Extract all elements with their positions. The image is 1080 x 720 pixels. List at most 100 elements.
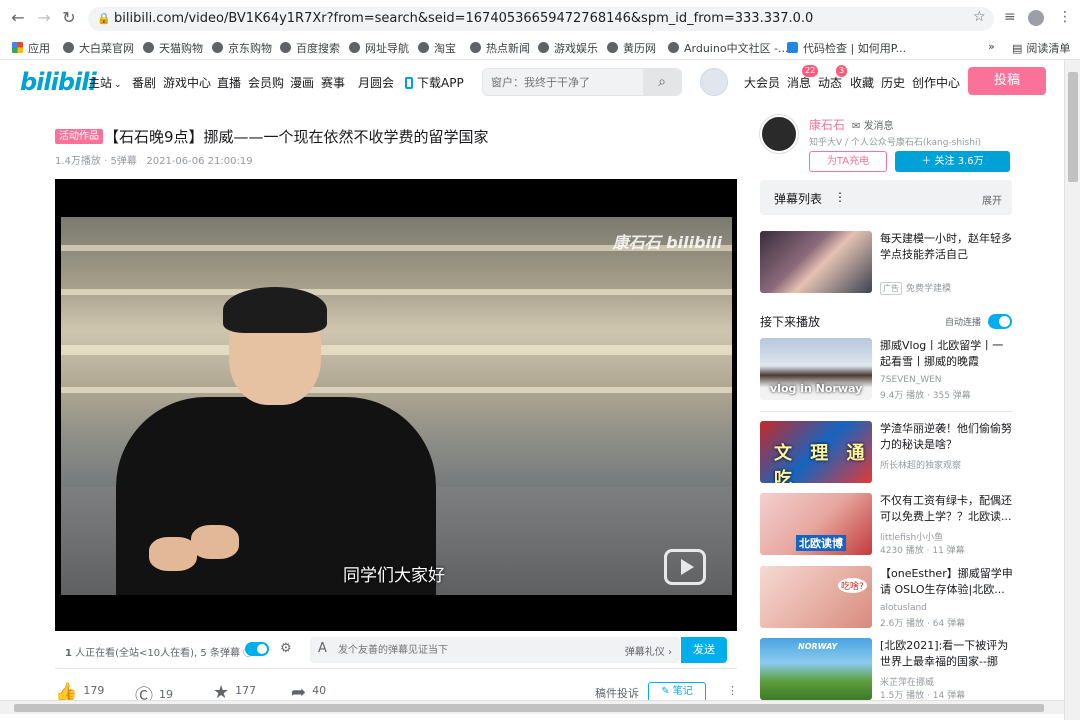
autoplay-toggle[interactable] (988, 314, 1012, 329)
nav-item[interactable]: 番剧 (132, 74, 156, 91)
list-item[interactable]: 北欧读博 不仅有工资有绿卡，配偶还可以免费上学？？北欧读... littlefi… (760, 493, 1012, 559)
back-icon[interactable]: ← (8, 8, 28, 28)
reload-icon[interactable]: ↻ (59, 8, 79, 28)
playlist-icon[interactable]: ≡ (1004, 9, 1016, 25)
star-icon[interactable]: ☆ (973, 9, 986, 25)
danmaku-toggle[interactable] (245, 642, 269, 656)
video-frame[interactable]: 康石石 bilibili 同学们大家好 (61, 217, 732, 595)
lock-icon: 🔒 (97, 12, 111, 25)
bookmark-item[interactable]: 网址导航 (349, 40, 409, 56)
plus-icon: ＋ (921, 156, 935, 167)
danmaku-settings-icon[interactable]: ⚙ (280, 641, 292, 656)
search-input[interactable] (491, 73, 641, 91)
nav-item[interactable]: 漫画 (290, 74, 314, 91)
video-thumbnail: 文 理 通 吃 (760, 421, 872, 483)
upload-button[interactable]: 投稿 (968, 67, 1046, 95)
list-item[interactable]: NORWAY [北欧2021]:看一下被评为世界上最幸福的国家--挪威... 米… (760, 638, 1012, 704)
danmaku-etiquette[interactable]: 弹幕礼仪 › (625, 643, 672, 658)
nav-vip[interactable]: 大会员 (744, 74, 780, 91)
video-subtitle: 同学们大家好 (343, 566, 445, 586)
nav-favorites[interactable]: 收藏 (850, 74, 874, 91)
more-icon[interactable]: ⋮ (834, 190, 846, 204)
list-item[interactable]: 吃啥? 【oneEsther】挪威留学申请 OSLO生存体验|北欧... alo… (760, 566, 1013, 632)
download-app[interactable]: 下载APP (405, 74, 464, 91)
reading-list-icon: ▤ (1012, 42, 1023, 55)
search-icon[interactable]: ⌕ (643, 69, 681, 95)
nav-item[interactable]: 会员购 (248, 74, 284, 91)
hand (149, 537, 197, 571)
video-title: 学渣华丽逆袭！他们偷偷努力的秘诀是啥？ (880, 422, 1012, 451)
horizontal-scrollbar[interactable] (0, 700, 1064, 714)
expand-link[interactable]: 展开 (982, 192, 1002, 207)
globe-icon (418, 42, 429, 53)
globe-icon (470, 42, 481, 53)
bookmark-item[interactable]: 百度搜索 (280, 40, 340, 56)
uploader: alotusland (880, 603, 927, 613)
thumb-text: NORWAY (798, 642, 838, 651)
bookmark-item[interactable]: 热点新闻 (470, 40, 530, 56)
danmaku-list-panel[interactable]: 弹幕列表 ⋮ 展开 (760, 180, 1012, 215)
video-watermark: 康石石 bilibili (612, 233, 722, 252)
avatar[interactable] (700, 68, 728, 96)
forward-icon[interactable]: → (34, 8, 54, 28)
dynamic-badge: 3 (836, 65, 848, 77)
bookmark-item[interactable]: 大白菜官网 (63, 40, 134, 56)
charge-button[interactable]: 为TA充电 (809, 151, 887, 172)
bookmarks-bar: 应用 大白菜官网 天猫购物 京东购物 百度搜索 网址导航 淘宝 热点新闻 游戏娱… (0, 36, 1080, 60)
bookmark-item[interactable]: 黄历网 (607, 40, 656, 56)
globe-icon (607, 42, 618, 53)
scrollbar-thumb[interactable] (14, 704, 1044, 712)
bookmarks-more[interactable]: » (988, 40, 995, 53)
danmaku-input-box: A 弹幕礼仪 › (310, 637, 680, 663)
person-hair (223, 287, 327, 333)
play-icon[interactable] (664, 549, 706, 585)
nav-item[interactable]: 月圆会 (358, 74, 394, 91)
uploader-avatar[interactable] (760, 115, 798, 153)
phone-icon (405, 77, 413, 89)
font-style-icon[interactable]: A (318, 641, 327, 656)
bilibili-logo[interactable]: bilibili (20, 68, 97, 96)
video-stats: 2.6万 播放 · 64 弹幕 (880, 619, 966, 629)
bookmark-item[interactable]: Arduino中文社区 -... (668, 40, 789, 56)
bookmark-item[interactable]: 天猫购物 (143, 40, 203, 56)
nav-history[interactable]: 历史 (881, 74, 905, 91)
bookmark-item[interactable]: 代码检查 | 如何用P... (787, 40, 906, 56)
video-player[interactable]: 康石石 bilibili 同学们大家好 (55, 179, 737, 631)
reading-list[interactable]: ▤ 阅读清单 (1012, 40, 1070, 56)
follow-button[interactable]: ＋ 关注 3.6万 (895, 151, 1010, 172)
next-play-title: 接下来播放 (760, 315, 821, 329)
video-title: 【oneEsther】挪威留学申请 OSLO生存体验|北欧... (880, 567, 1013, 596)
vertical-scrollbar[interactable] (1064, 60, 1080, 720)
uploader-name[interactable]: 康石石 (809, 116, 845, 133)
send-button[interactable]: 发送 (681, 637, 727, 663)
bookmark-item[interactable]: 游戏娱乐 (538, 40, 598, 56)
nav-item[interactable]: 直播 (217, 74, 241, 91)
ad-title: 每天建模一小时，赵年轻多学点技能养活自己 (880, 232, 1012, 261)
bookmark-apps[interactable]: 应用 (12, 40, 50, 56)
danmaku-input[interactable] (338, 642, 578, 658)
list-item[interactable]: 文 理 通 吃 学渣华丽逆袭！他们偷偷努力的秘诀是啥？ 所长林超的独家观察 (760, 421, 1012, 487)
nav-creator[interactable]: 创作中心 (912, 74, 960, 91)
more-icon[interactable]: ⋮ (727, 684, 738, 697)
list-item[interactable]: vlog in Norway 挪威Vlog丨北欧留学丨一起看雪丨挪威的晚霞 7S… (760, 338, 1012, 404)
bookmark-item[interactable]: 京东购物 (212, 40, 272, 56)
note-button[interactable]: ✎ 笔记 (648, 682, 706, 702)
activity-tag[interactable]: 活动作品 (55, 129, 103, 144)
search-box: ⌕ (482, 68, 682, 96)
nav-item[interactable]: 游戏中心 (163, 74, 211, 91)
scrollbar-thumb[interactable] (1068, 72, 1078, 182)
nav-main[interactable]: 主站 ⌄ (88, 74, 122, 91)
url-bar[interactable]: 🔒 bilibili.com/video/BV1K64y1R7Xr?from=s… (88, 7, 994, 31)
bookmark-item[interactable]: 淘宝 (418, 40, 456, 56)
globe-icon (280, 42, 291, 53)
message-link[interactable]: ✉ 发消息 (852, 117, 894, 132)
video-title: [北欧2021]:看一下被评为世界上最幸福的国家--挪威... (880, 639, 1009, 668)
uploader: 米芷萍在挪威 (880, 678, 935, 688)
main-content: 活动作品 【石石晚9点】挪威——一个现在依然不收学费的留学国家 1.4万播放 ·… (0, 104, 1064, 707)
profile-icon[interactable] (1028, 10, 1044, 26)
ad-card[interactable]: 每天建模一小时，赵年轻多学点技能养活自己 广告 免费学建模 (760, 231, 1012, 297)
video-title: 【石石晚9点】挪威——一个现在依然不收学费的留学国家 (104, 128, 489, 146)
report-link[interactable]: 稿件投诉 (595, 685, 639, 701)
menu-icon[interactable]: ⋮ (1058, 9, 1072, 25)
nav-item[interactable]: 赛事 (321, 74, 345, 91)
